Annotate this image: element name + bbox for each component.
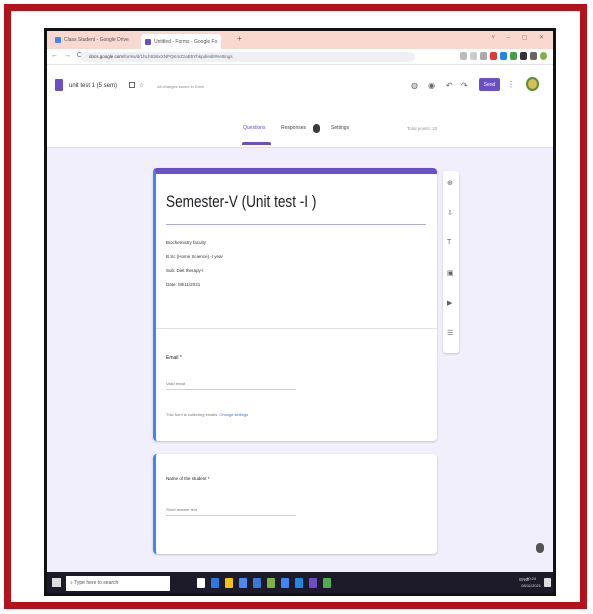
clock[interactable]: 10:24 08/11/2021 — [521, 575, 541, 589]
search-placeholder: Type here to search — [74, 580, 119, 586]
app-icon[interactable] — [281, 578, 289, 588]
save-status: All changes saved in Drive — [157, 84, 205, 89]
extension-icon[interactable] — [490, 52, 497, 60]
title-icon[interactable]: T — [447, 239, 451, 246]
help-icon[interactable] — [536, 543, 544, 553]
address-bar-row: ← → C docs.google.com/forms/d/1hLhSb6xXN… — [47, 49, 553, 65]
palette-icon[interactable]: ◍ — [411, 81, 418, 90]
extension-icon[interactable] — [480, 52, 487, 60]
preview-icon[interactable]: ◉ — [428, 81, 435, 90]
import-icon[interactable]: ⇩ — [447, 209, 453, 217]
chrome-icon[interactable] — [323, 578, 331, 588]
question-toolbar: ⊕ ⇩ T ▣ ▶ ☰ — [443, 171, 459, 353]
notification-icon[interactable] — [544, 578, 551, 587]
collect-email-note: This form is collecting emails. Change s… — [166, 412, 248, 417]
doc-title[interactable]: unit test 1 (5 sem) — [69, 83, 117, 89]
description-line: Date: 08/11/2021 — [166, 282, 201, 287]
more-options-icon[interactable]: ⋮ — [507, 80, 515, 89]
taskbar-search[interactable]: ⌕ Type here to search — [66, 576, 170, 591]
section-icon[interactable]: ☰ — [447, 329, 453, 337]
image-icon[interactable]: ▣ — [447, 269, 454, 277]
form-title[interactable]: Semester-V (Unit test -I ) — [166, 192, 316, 212]
folder-icon[interactable] — [129, 82, 135, 88]
profile-icon[interactable] — [540, 52, 547, 60]
tab-label: Class Student - Google Drive — [64, 37, 129, 43]
browser-tab-forms[interactable]: Untitled - Forms - Google Fo — [141, 34, 222, 49]
undo-icon[interactable]: ↶ — [446, 81, 453, 90]
responses-count-badge — [313, 124, 320, 133]
title-underline — [166, 224, 426, 225]
tab-settings[interactable]: Settings — [331, 125, 349, 131]
send-button[interactable]: Send — [479, 78, 500, 91]
app-icon[interactable] — [309, 578, 317, 588]
browser-tab-drive[interactable]: Class Student - Google Drive — [51, 34, 133, 46]
drive-icon — [55, 37, 61, 43]
description-line: Sub: Diet therapy-I — [166, 268, 204, 273]
collect-note-text: This form is collecting emails. — [166, 412, 219, 417]
app-icon[interactable] — [267, 578, 275, 588]
short-answer-field[interactable] — [166, 504, 296, 516]
puzzle-icon[interactable] — [530, 52, 537, 60]
windows-taskbar: ⌕ Type here to search ENG 10:24 08/11/20… — [47, 572, 553, 593]
windows-start-icon[interactable] — [52, 578, 61, 587]
extension-icon[interactable] — [500, 52, 507, 60]
tab-label: Untitled - Forms - Google Fo — [154, 38, 218, 45]
question-label: Name of the student * — [166, 476, 210, 481]
avatar[interactable] — [526, 77, 539, 91]
email-label: Email * — [166, 355, 182, 361]
video-icon[interactable]: ▶ — [447, 299, 452, 307]
forms-doc-icon[interactable] — [55, 79, 63, 91]
form-tabs: Questions Responses Settings Total point… — [47, 115, 553, 148]
new-tab-button[interactable]: + — [237, 34, 242, 43]
redo-icon[interactable]: ↷ — [461, 81, 468, 90]
clock-time: 10:24 — [526, 576, 537, 581]
star-icon[interactable] — [470, 52, 477, 60]
change-settings-link[interactable]: Change settings — [219, 412, 248, 417]
total-points: Total points: 20 — [407, 126, 438, 131]
window-controls[interactable]: ˅ – ▢ ✕ — [491, 34, 549, 41]
screen: Class Student - Google Drive Untitled - … — [44, 28, 556, 596]
extension-icon[interactable] — [520, 52, 527, 60]
question-card[interactable]: Name of the student * — [153, 454, 437, 554]
share-icon[interactable] — [460, 52, 467, 60]
url-path: /forms/d/1hLhSb6xXNPQKmZzaB5Yhkpd/edit#s… — [123, 54, 233, 59]
description-line: B.Sc (Home Science) -I year — [166, 254, 224, 259]
description-line: Biochemistry faculty — [166, 240, 207, 245]
task-view-icon[interactable] — [197, 578, 205, 588]
extension-icon[interactable] — [510, 52, 517, 60]
tab-questions[interactable]: Questions — [243, 125, 266, 131]
app-icon[interactable] — [211, 578, 219, 588]
taskbar-apps — [197, 578, 331, 588]
browser-tab-bar: Class Student - Google Drive Untitled - … — [47, 31, 553, 49]
app-icon[interactable] — [253, 578, 261, 588]
clock-date: 08/11/2021 — [521, 583, 541, 588]
email-field[interactable] — [166, 378, 296, 390]
form-header: unit test 1 (5 sem) ☆ All changes saved … — [47, 65, 553, 115]
address-bar[interactable]: docs.google.com/forms/d/1hLhSb6xXNPQKmZz… — [81, 52, 415, 62]
star-icon[interactable]: ☆ — [139, 82, 144, 89]
nav-buttons[interactable]: ← → C — [51, 52, 84, 59]
add-question-icon[interactable]: ⊕ — [447, 179, 453, 187]
url-domain: docs.google.com — [89, 54, 124, 59]
forms-icon — [145, 38, 151, 45]
active-tab-indicator — [242, 142, 271, 145]
tab-responses[interactable]: Responses — [281, 125, 306, 131]
extension-icons — [460, 52, 547, 60]
file-explorer-icon[interactable] — [225, 578, 233, 588]
form-title-card[interactable]: Semester-V (Unit test -I ) Biochemistry … — [153, 168, 437, 441]
app-icon[interactable] — [295, 578, 303, 588]
divider — [156, 328, 437, 329]
app-icon[interactable] — [239, 578, 247, 588]
